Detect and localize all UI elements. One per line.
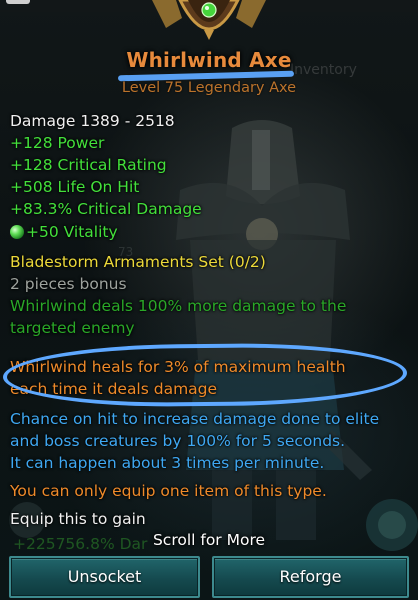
gem-bonus-text: +50 Vitality — [26, 223, 118, 241]
green-gem-icon — [10, 225, 24, 239]
set-pieces-label: 2 pieces bonus — [10, 275, 127, 293]
stat-critical-rating: +128 Critical Rating — [10, 156, 167, 174]
axe-item-medallion — [152, 0, 266, 40]
proc-effect-line-2: and boss creatures by 100% for 5 seconds… — [10, 432, 346, 450]
proc-effect-line-3: It can happen about 3 times per minute. — [10, 454, 325, 472]
unsocket-button[interactable]: Unsocket — [9, 556, 200, 598]
gem-bonus-row: +50 Vitality — [10, 221, 118, 244]
proc-effect-line-1: Chance on hit to increase damage done to… — [10, 410, 380, 428]
stat-life-on-hit: +508 Life On Hit — [10, 178, 140, 196]
damage-range: Damage 1389 - 2518 — [10, 112, 175, 130]
stat-critical-damage: +83.3% Critical Damage — [10, 200, 202, 218]
reforge-button[interactable]: Reforge — [212, 556, 409, 598]
unique-equip-note: You can only equip one item of this type… — [10, 482, 327, 500]
stat-power: +128 Power — [10, 134, 105, 152]
equip-gain-label: Equip this to gain — [10, 510, 146, 528]
status-indicator — [6, 0, 30, 4]
set-title: Bladestorm Armaments Set (0/2) — [10, 253, 266, 271]
scroll-hint[interactable]: Scroll for More — [0, 531, 418, 549]
set-effect-line-2: targeted enemy — [10, 319, 135, 337]
item-level-rarity: Level 75 Legendary Axe — [121, 80, 297, 96]
set-effect-line-1: Whirlwind deals 100% more damage to the — [10, 297, 347, 315]
item-name: Whirlwind Axe — [126, 48, 292, 72]
